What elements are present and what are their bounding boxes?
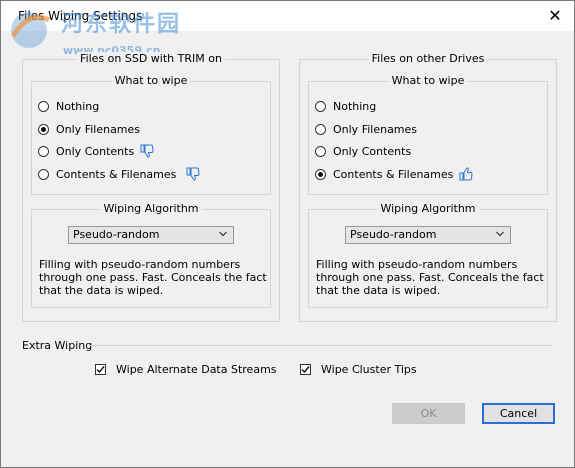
window-title: Files Wiping Settings: [18, 9, 143, 23]
radio-label: Contents & Filenames: [333, 167, 454, 181]
ssd-algorithm-title: Wiping Algorithm: [100, 202, 202, 215]
radio-label: Only Contents: [333, 144, 412, 158]
other-what-to-wipe: What to wipe Nothing Only Filenames Only…: [308, 74, 548, 195]
chevron-down-icon: [219, 231, 227, 237]
ssd-wiping-algorithm: Wiping Algorithm Pseudo-random Filling w…: [31, 202, 271, 308]
wipe-alt-streams-checkbox[interactable]: Wipe Alternate Data Streams: [95, 361, 277, 377]
radio-label: Nothing: [56, 99, 100, 113]
checkmark-icon: [96, 365, 105, 373]
ssd-what-to-wipe: What to wipe Nothing Only Filenames Only…: [31, 74, 271, 195]
title-bar: Files Wiping Settings ✕: [1, 1, 574, 31]
checkbox[interactable]: [300, 363, 311, 375]
checkbox-label: Wipe Alternate Data Streams: [116, 362, 277, 376]
radio-button[interactable]: [38, 168, 49, 180]
radio-label: Only Filenames: [56, 122, 141, 136]
settings-dialog: Files Wiping Settings ✕ 河东软件园 www.pc0359…: [0, 0, 575, 468]
radio-button[interactable]: [315, 145, 326, 157]
divider: [89, 345, 553, 346]
ssd-group: Files on SSD with TRIM on What to wipe N…: [22, 52, 280, 322]
other-wiping-algorithm: Wiping Algorithm Pseudo-random Filling w…: [308, 202, 548, 308]
ssd-group-title: Files on SSD with TRIM on: [77, 52, 225, 65]
radio-button[interactable]: [38, 100, 49, 112]
thumbs-down-icon: [186, 167, 200, 181]
extra-wiping-title: Extra Wiping: [22, 339, 93, 352]
ssd-algorithm-dropdown[interactable]: Pseudo-random: [68, 226, 234, 244]
wipe-cluster-tips-checkbox[interactable]: Wipe Cluster Tips: [300, 361, 417, 377]
radio-button[interactable]: [315, 100, 326, 112]
checkbox-label: Wipe Cluster Tips: [321, 362, 417, 376]
radio-button[interactable]: [315, 168, 326, 180]
radio-button[interactable]: [38, 145, 49, 157]
ssd-radio-nothing[interactable]: Nothing: [38, 98, 99, 114]
other-algorithm-dropdown[interactable]: Pseudo-random: [345, 226, 511, 244]
radio-label: Nothing: [333, 99, 377, 113]
checkbox[interactable]: [95, 363, 106, 375]
ssd-radio-only-filenames[interactable]: Only Filenames: [38, 121, 140, 137]
ok-button[interactable]: OK: [392, 403, 465, 424]
other-radio-only-filenames[interactable]: Only Filenames: [315, 121, 417, 137]
other-radio-nothing[interactable]: Nothing: [315, 98, 376, 114]
radio-button[interactable]: [38, 123, 49, 135]
close-icon[interactable]: ✕: [546, 7, 564, 25]
ssd-radio-contents-filenames[interactable]: Contents & Filenames: [38, 166, 200, 182]
other-algorithm-title: Wiping Algorithm: [377, 202, 479, 215]
dropdown-value: Pseudo-random: [350, 228, 437, 241]
cancel-button[interactable]: Cancel: [482, 403, 555, 424]
ssd-algorithm-description: Filling with pseudo-random numbers throu…: [39, 258, 267, 297]
thumbs-up-icon: [459, 167, 473, 181]
other-radio-only-contents[interactable]: Only Contents: [315, 143, 411, 159]
other-what-to-wipe-title: What to wipe: [388, 74, 468, 87]
radio-label: Only Contents: [56, 144, 135, 158]
other-algorithm-description: Filling with pseudo-random numbers throu…: [316, 258, 544, 297]
radio-label: Contents & Filenames: [56, 167, 177, 181]
thumbs-down-icon: [140, 144, 154, 158]
other-drives-group: Files on other Drives What to wipe Nothi…: [299, 52, 557, 322]
ssd-what-to-wipe-title: What to wipe: [111, 74, 191, 87]
radio-button[interactable]: [315, 123, 326, 135]
radio-label: Only Filenames: [333, 122, 418, 136]
checkmark-icon: [301, 365, 310, 373]
other-radio-contents-filenames[interactable]: Contents & Filenames: [315, 166, 473, 182]
chevron-down-icon: [496, 231, 504, 237]
dropdown-value: Pseudo-random: [73, 228, 160, 241]
ssd-radio-only-contents[interactable]: Only Contents: [38, 143, 154, 159]
other-group-title: Files on other Drives: [368, 52, 488, 65]
